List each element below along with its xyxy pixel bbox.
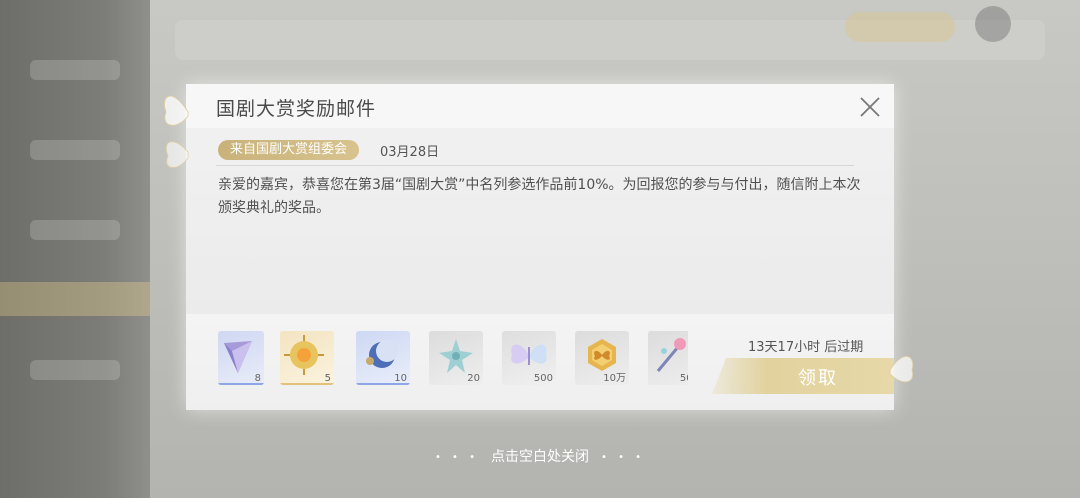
- mail-date: 03月28日: [380, 145, 440, 160]
- rarity-bar: [280, 383, 334, 385]
- dialog-header: 国剧大赏奖励邮件: [186, 84, 894, 128]
- dots-icon: • • •: [434, 451, 479, 463]
- reward-list[interactable]: 8 5 10 20 500 10万 5: [218, 331, 688, 387]
- reward-item[interactable]: 5: [280, 331, 334, 385]
- background-currency-pill: [845, 12, 955, 42]
- background-sidebar-item: [30, 140, 120, 160]
- reward-item[interactable]: 10万: [575, 331, 629, 385]
- divider: [216, 165, 854, 166]
- reward-count: 500: [533, 373, 553, 384]
- mail-body: 亲爱的嘉宾，恭喜您在第3届“国剧大赏”中名列参选作品前10%。为回报您的参与与付…: [218, 177, 861, 216]
- claim-button-label: 领取: [798, 368, 838, 389]
- background-sidebar-item: [30, 360, 120, 380]
- sender-tag: 来自国剧大赏组委会: [218, 140, 360, 160]
- background-sidebar-selected: [0, 282, 150, 316]
- background-sidebar-item: [30, 60, 120, 80]
- mail-dialog: 国剧大赏奖励邮件 来自国剧大赏组委会 03月28日 亲爱的嘉宾，恭喜您在第3届“…: [186, 84, 894, 410]
- reward-count: 20: [467, 373, 480, 384]
- reward-item[interactable]: 500: [648, 331, 688, 385]
- claim-button[interactable]: 领取: [712, 358, 894, 394]
- reward-count: 500: [679, 373, 688, 384]
- rarity-bar: [218, 383, 264, 385]
- close-button[interactable]: [858, 95, 882, 119]
- dots-icon: • • •: [601, 451, 646, 463]
- background-sidebar: [0, 0, 150, 498]
- mail-title: 国剧大赏奖励邮件: [216, 98, 377, 120]
- expire-time: 13天17小时 后过期: [748, 340, 864, 355]
- reward-item[interactable]: 8: [218, 331, 264, 385]
- reward-footer: 8 5 10 20 500 10万 5 13天17小时 后过期 领取: [186, 314, 894, 410]
- reward-item[interactable]: 20: [429, 331, 483, 385]
- rarity-bar: [356, 383, 410, 385]
- reward-item[interactable]: 10: [356, 331, 410, 385]
- close-icon: [860, 97, 880, 117]
- reward-count: 10万: [603, 373, 626, 384]
- close-hint-label: 点击空白处关闭: [491, 449, 589, 465]
- close-hint[interactable]: • • • 点击空白处关闭 • • •: [0, 446, 1080, 466]
- reward-item[interactable]: 500: [502, 331, 556, 385]
- background-sidebar-item: [30, 220, 120, 240]
- background-avatar: [975, 6, 1011, 42]
